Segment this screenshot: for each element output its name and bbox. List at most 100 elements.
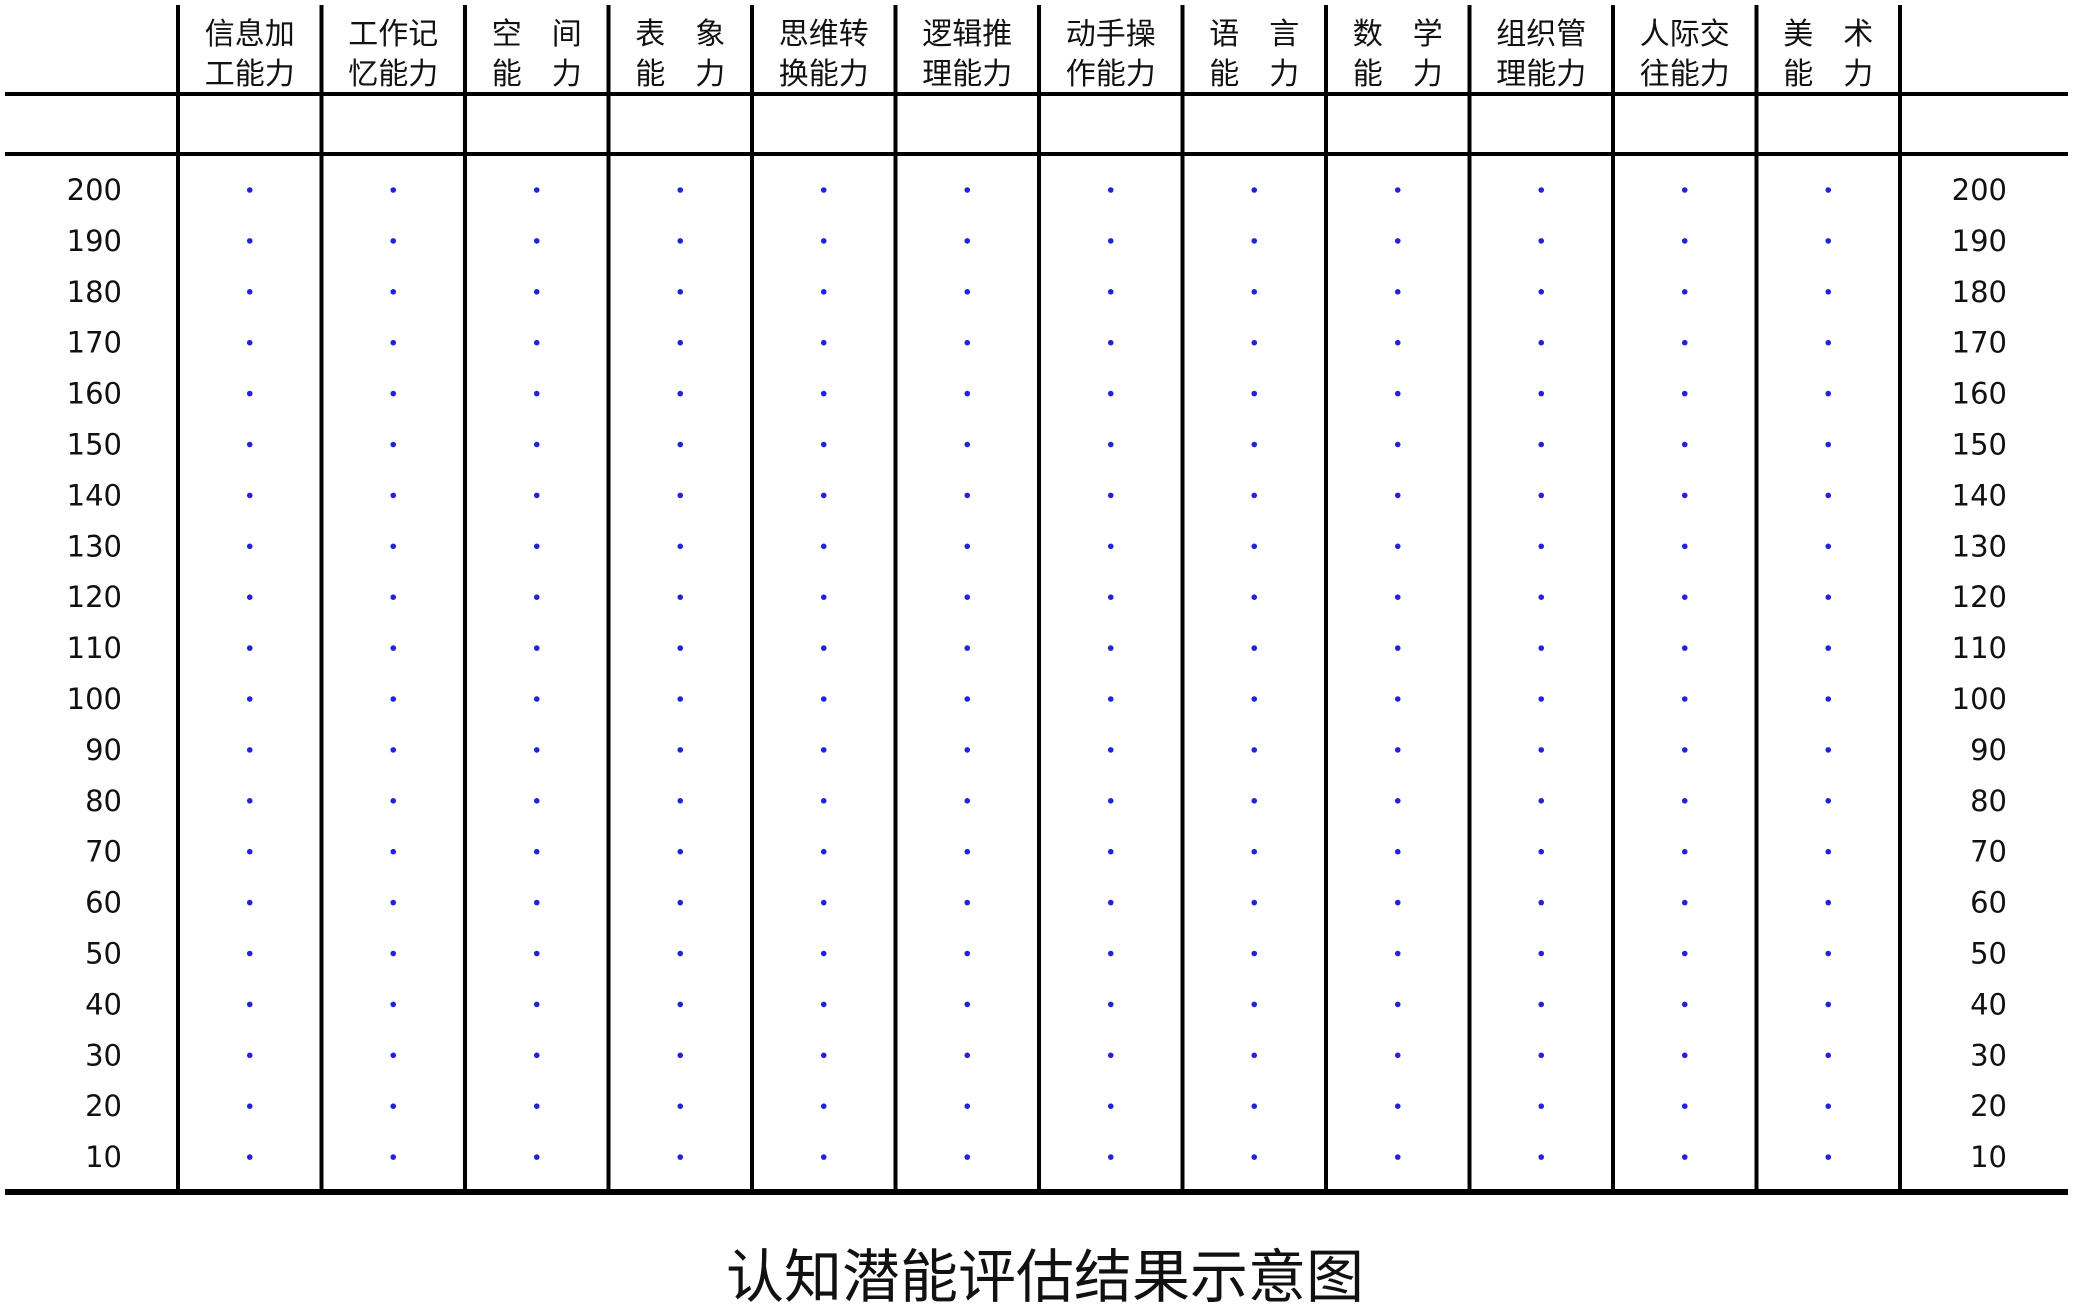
scale-label-right: 140 <box>1952 478 2007 512</box>
scale-dot <box>390 899 397 906</box>
scale-dot <box>1394 798 1401 804</box>
scale-dot <box>1251 950 1258 957</box>
scale-label-left: 90 <box>85 733 122 767</box>
scale-dot <box>1681 187 1688 193</box>
scale-dot <box>390 441 397 448</box>
scale-dot <box>820 339 827 346</box>
scale-dot <box>1107 747 1114 753</box>
scale-dot <box>390 492 397 499</box>
scale-dot <box>1394 238 1401 244</box>
scale-dot <box>820 1001 827 1008</box>
scale-dot <box>820 1052 827 1059</box>
scale-label-right: 180 <box>1952 275 2007 309</box>
scale-label-left: 20 <box>85 1089 122 1123</box>
scale-dot <box>246 899 253 906</box>
scale-dot <box>1251 848 1258 855</box>
scale-dot <box>820 848 827 855</box>
scale-dot <box>1251 594 1258 600</box>
scale-label-right: 30 <box>1970 1038 2007 1072</box>
scale-dot <box>246 492 253 499</box>
scale-label-left: 10 <box>85 1140 122 1174</box>
scale-dot <box>1681 899 1688 906</box>
scale-dot <box>1538 390 1545 397</box>
scale-dot <box>1251 339 1258 346</box>
scale-dot <box>1825 543 1832 550</box>
scale-dot <box>1825 899 1832 906</box>
scale-dot <box>246 594 253 600</box>
scale-dot <box>1681 339 1688 346</box>
scale-label-left: 190 <box>67 224 122 258</box>
scale-dot <box>1394 1103 1401 1109</box>
column-header-line1: 空 间 <box>492 17 582 52</box>
scale-dot <box>820 645 827 651</box>
cognitive-potential-chart: 信息加工能力 工作记忆能力 空 间能 力 表 象能 力 思维转换能力 逻辑推理能力 动手操作… <box>5 5 2068 1307</box>
scale-dot <box>1825 798 1832 804</box>
scale-dot <box>1251 696 1258 702</box>
scale-dot <box>1538 798 1545 804</box>
scale-dot <box>246 390 253 397</box>
scale-dot <box>390 848 397 855</box>
scale-dot <box>964 798 971 804</box>
scale-dot <box>390 543 397 550</box>
scale-dot <box>1825 441 1832 448</box>
scale-dot <box>1538 543 1545 550</box>
scale-dot <box>533 645 540 651</box>
scale-dot <box>246 441 253 448</box>
scale-label-left: 170 <box>67 326 122 360</box>
scale-dot <box>533 390 540 397</box>
scale-dot <box>820 441 827 448</box>
scale-dot <box>1825 390 1832 397</box>
scale-label-right: 100 <box>1952 682 2007 716</box>
scale-dot <box>390 798 397 804</box>
scale-label-left: 110 <box>67 631 122 665</box>
scale-dot <box>677 441 684 448</box>
scale-label-left: 160 <box>67 377 122 411</box>
column-header-line1: 组织管 <box>1496 17 1586 52</box>
scale-dot <box>964 339 971 346</box>
scale-dot <box>1107 289 1114 295</box>
scale-dot <box>1107 390 1114 397</box>
scale-dot <box>1681 1103 1688 1109</box>
scale-dot <box>1681 645 1688 651</box>
column-header-line1: 人际交 <box>1640 17 1730 52</box>
scale-dot <box>246 1103 253 1109</box>
scale-label-left: 100 <box>67 682 122 716</box>
scale-dot <box>533 187 540 193</box>
scale-dot <box>1825 1052 1832 1059</box>
scale-label-right: 90 <box>1970 733 2007 767</box>
scale-dot <box>1251 747 1258 753</box>
scale-dot <box>533 798 540 804</box>
scale-dot <box>1538 594 1545 600</box>
scale-dot <box>533 289 540 295</box>
scale-dot <box>964 289 971 295</box>
scale-dot <box>1107 187 1114 193</box>
scale-dot <box>390 1103 397 1109</box>
scale-dot <box>1107 492 1114 499</box>
scale-dot <box>246 798 253 804</box>
scale-dot <box>390 289 397 295</box>
scale-dot <box>1394 1052 1401 1059</box>
column-header-line2: 能 力 <box>1209 57 1299 92</box>
scale-dot <box>533 1001 540 1008</box>
scale-dot <box>1538 848 1545 855</box>
scale-dot <box>533 1052 540 1059</box>
scale-dot <box>964 492 971 499</box>
column-header-line2: 工能力 <box>205 57 295 92</box>
scale-dot <box>964 1052 971 1059</box>
scale-dot <box>1251 899 1258 906</box>
scale-dot <box>1107 238 1114 244</box>
scale-dot <box>533 848 540 855</box>
scale-dot <box>964 441 971 448</box>
scale-dot <box>1538 441 1545 448</box>
column-header-line2: 理能力 <box>1496 57 1586 92</box>
scale-dot <box>390 696 397 702</box>
scale-dot <box>1394 645 1401 651</box>
scale-dot <box>1107 594 1114 600</box>
scale-label-right: 170 <box>1952 326 2007 360</box>
scale-dot <box>964 238 971 244</box>
scale-dot <box>820 950 827 957</box>
scale-dot <box>1394 543 1401 550</box>
scale-dot <box>1825 187 1832 193</box>
scale-label-right: 150 <box>1952 428 2007 462</box>
scale-dot <box>964 747 971 753</box>
